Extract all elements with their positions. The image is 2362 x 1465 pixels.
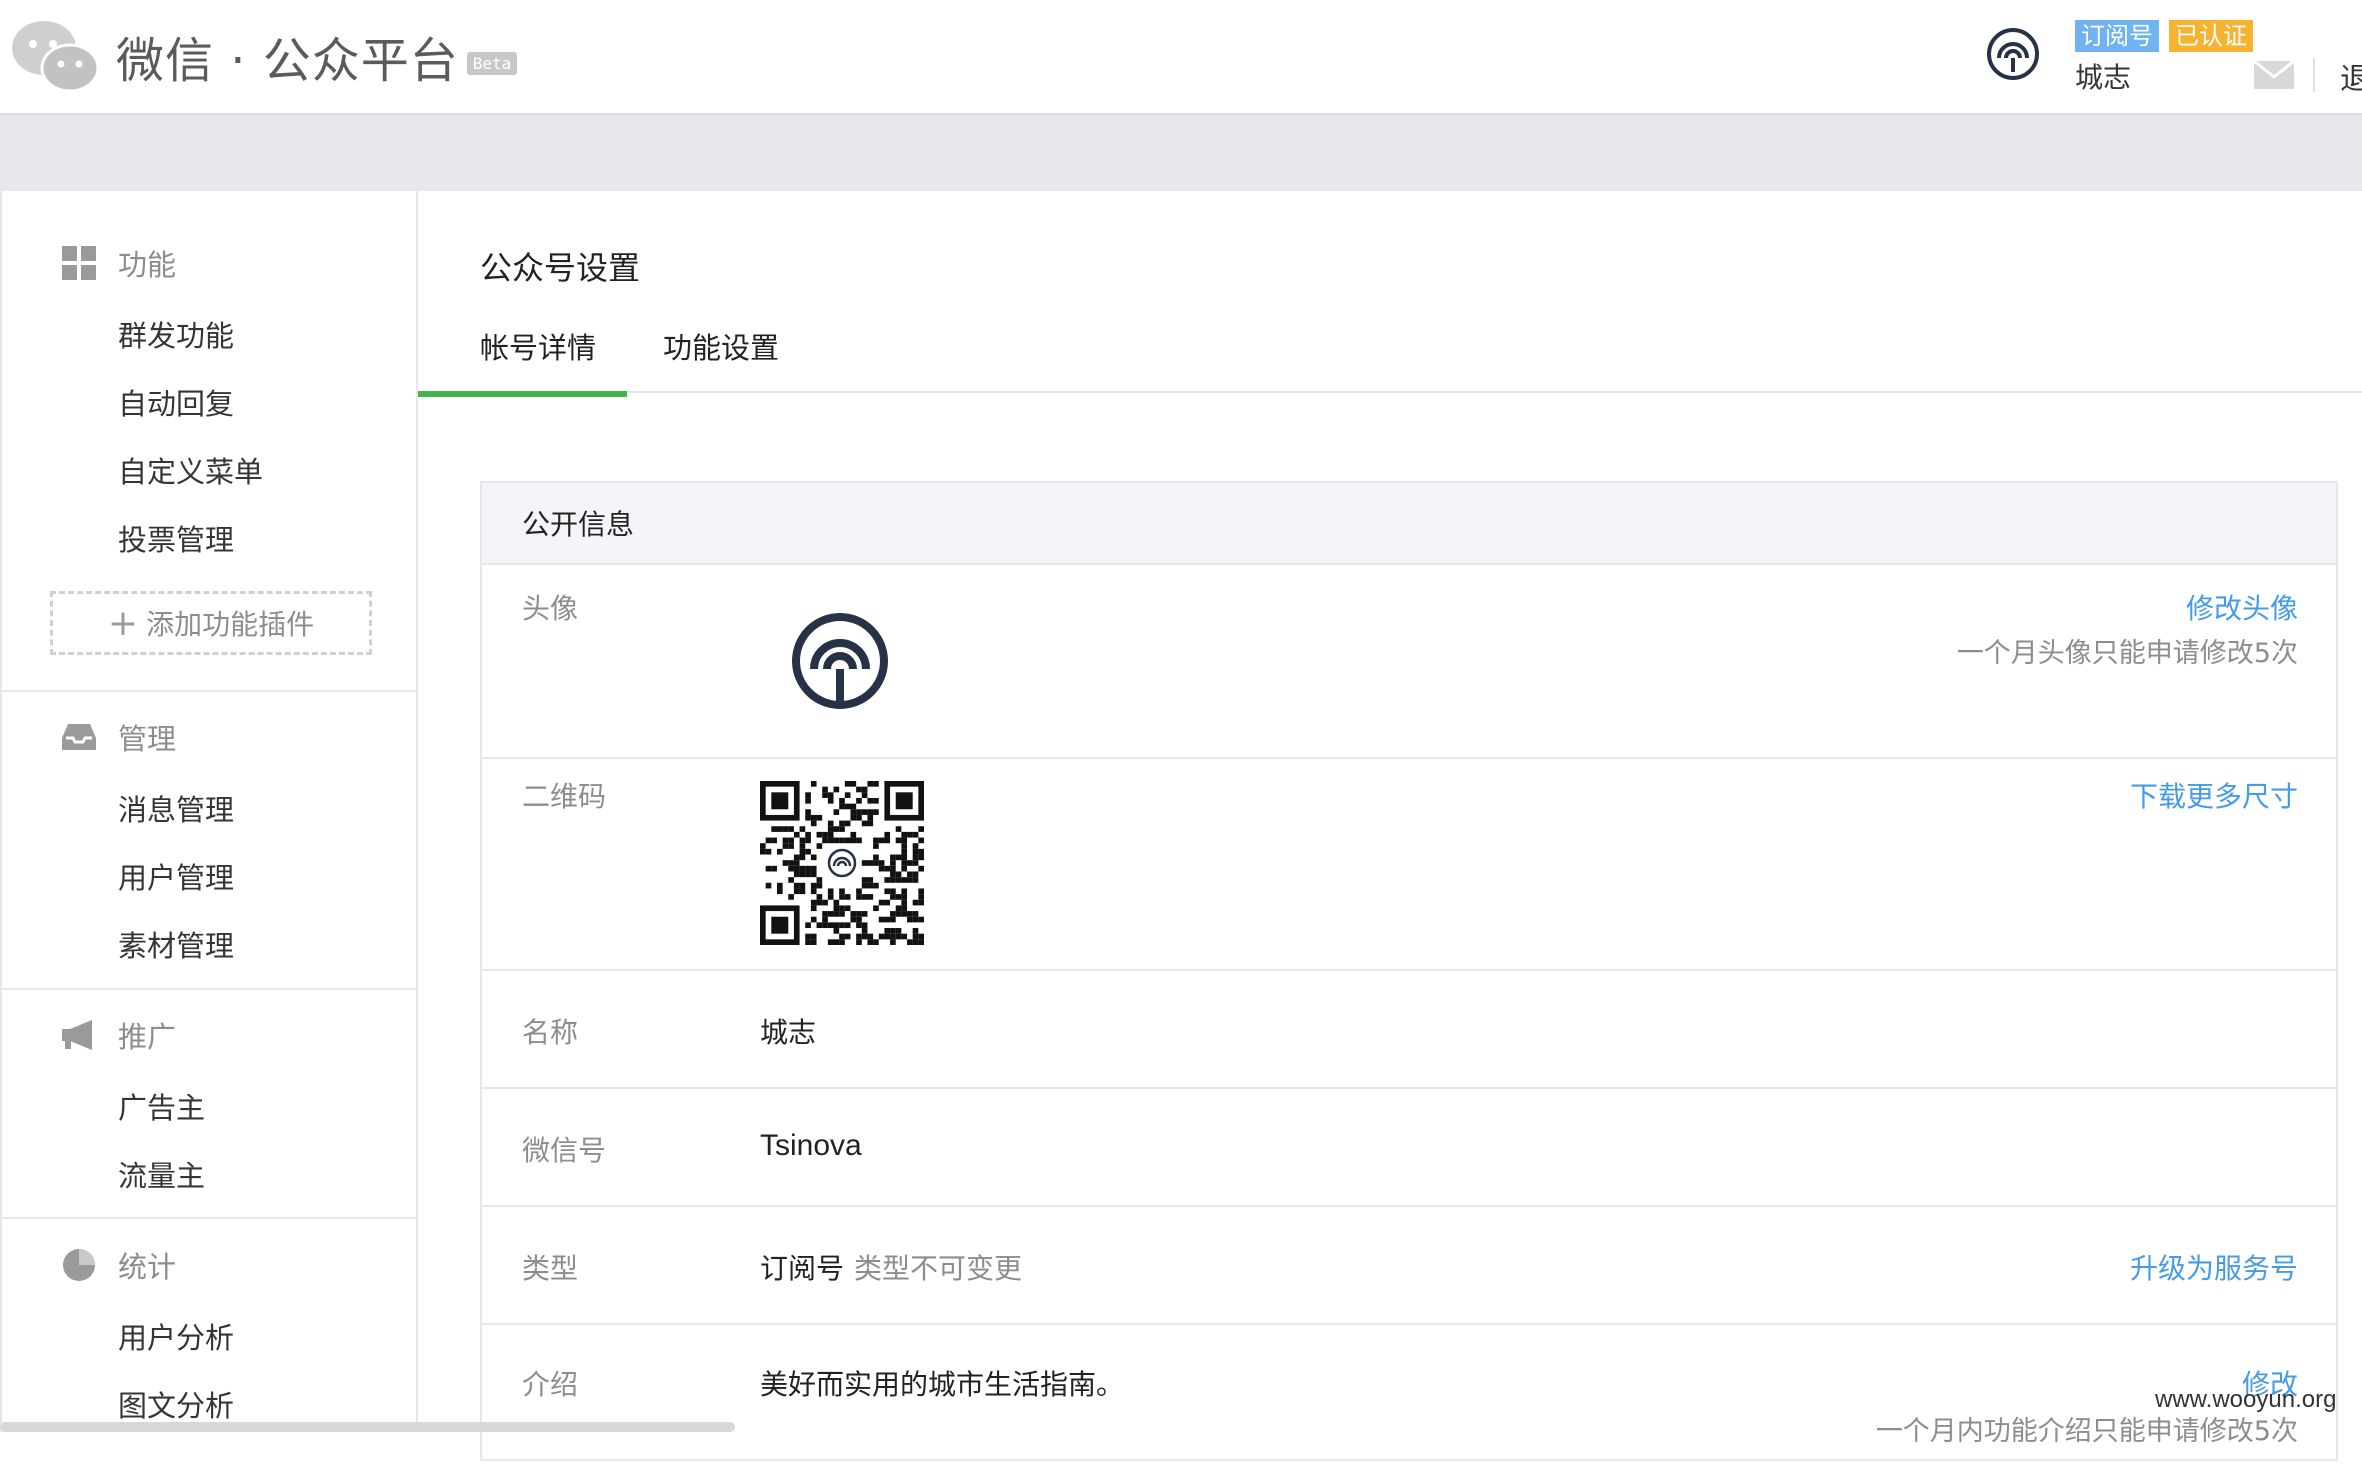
avatar-note: 一个月头像只能申请修改5次 <box>1956 638 2298 669</box>
row-type: 类型 订阅号 类型不可变更 升级为服务号 <box>482 1207 2336 1325</box>
download-sizes-link[interactable]: 下载更多尺寸 <box>2130 775 2298 815</box>
intro-value: 美好而实用的城市生活指南。 <box>760 1368 1125 1401</box>
sidebar-group-title: 推广 <box>118 1020 177 1054</box>
change-avatar-link[interactable]: 修改头像 <box>2186 587 2298 627</box>
inbox-icon <box>62 724 96 750</box>
sidebar-divider <box>2 1217 418 1219</box>
sidebar-item-custom-menu[interactable]: 自定义菜单 <box>118 449 263 491</box>
sidebar-item-vote[interactable]: 投票管理 <box>118 517 234 559</box>
sidebar-item-article-analysis[interactable]: 图文分析 <box>118 1383 234 1425</box>
row-label: 头像 <box>522 592 579 625</box>
intro-note: 一个月内功能介绍只能申请修改5次 <box>1875 1416 2298 1447</box>
row-wechat-id: 微信号 Tsinova <box>482 1089 2336 1207</box>
account-avatar-icon <box>792 613 888 709</box>
upgrade-service-link[interactable]: 升级为服务号 <box>2130 1247 2298 1287</box>
type-note: 类型不可变更 <box>854 1252 1023 1285</box>
sidebar-item-materials[interactable]: 素材管理 <box>118 923 234 965</box>
horizontal-scrollbar[interactable] <box>0 1422 735 1432</box>
account-avatar-icon[interactable] <box>1985 26 2041 82</box>
sidebar-divider <box>2 690 418 692</box>
page-title: 公众号设置 <box>480 249 641 287</box>
add-plugin-label: 添加功能插件 <box>146 608 315 641</box>
sidebar-group-title: 管理 <box>118 722 177 756</box>
sidebar-group-title: 统计 <box>118 1250 177 1284</box>
sidebar-divider <box>2 988 418 990</box>
sidebar: 功能 群发功能 自动回复 自定义菜单 投票管理 + 添加功能插件 管理 消息管理… <box>0 191 418 1432</box>
sidebar-group-function: 功能 <box>62 243 176 283</box>
row-label: 二维码 <box>522 780 607 813</box>
row-label: 类型 <box>522 1252 579 1285</box>
row-label: 微信号 <box>522 1134 607 1167</box>
plus-icon: + <box>107 602 139 644</box>
sidebar-group-statistics: 统计 <box>62 1245 176 1285</box>
row-label: 介绍 <box>522 1368 579 1401</box>
sidebar-item-auto-reply[interactable]: 自动回复 <box>118 381 234 423</box>
panel-title: 公开信息 <box>482 483 2336 565</box>
main-content: 公众号设置 帐号详情 功能设置 公开信息 头像 修改头像 一个月头像只能申请修改… <box>418 191 2362 1461</box>
grid-icon <box>62 246 96 280</box>
add-plugin-button[interactable]: + 添加功能插件 <box>50 591 372 655</box>
tab-feature-settings[interactable]: 功能设置 <box>663 325 779 367</box>
sidebar-item-users[interactable]: 用户管理 <box>118 855 234 897</box>
tab-bar: 帐号详情 功能设置 <box>418 311 2362 393</box>
tab-account-details[interactable]: 帐号详情 <box>480 325 596 367</box>
sidebar-group-manage: 管理 <box>62 717 176 757</box>
sidebar-group-title: 功能 <box>118 248 177 282</box>
header-divider <box>2313 58 2315 92</box>
account-badges: 订阅号 已认证 <box>2075 20 2253 52</box>
mail-icon[interactable] <box>2253 60 2295 90</box>
pie-chart-icon <box>63 1249 95 1281</box>
row-qrcode: 二维码 下载更多尺寸 <box>482 759 2336 971</box>
sidebar-item-messages[interactable]: 消息管理 <box>118 787 234 829</box>
sidebar-item-publisher[interactable]: 流量主 <box>118 1153 205 1195</box>
public-info-panel: 公开信息 头像 修改头像 一个月头像只能申请修改5次 二维码 下载更多尺寸 名称… <box>480 481 2338 1461</box>
type-text: 订阅号 <box>760 1252 845 1285</box>
sidebar-item-user-analysis[interactable]: 用户分析 <box>118 1315 234 1357</box>
grey-band <box>0 115 2362 191</box>
row-label: 名称 <box>522 1016 579 1049</box>
logo[interactable]: 微信 · 公众平台 Beta <box>8 16 518 96</box>
account-name-value: 城志 <box>760 1016 817 1049</box>
sidebar-item-mass-send[interactable]: 群发功能 <box>118 313 234 355</box>
subscription-badge: 订阅号 <box>2075 20 2159 52</box>
verified-badge: 已认证 <box>2169 20 2253 52</box>
top-header: 微信 · 公众平台 Beta 订阅号 已认证 城志 退 <box>0 0 2362 115</box>
type-value: 订阅号 类型不可变更 <box>760 1247 1022 1287</box>
row-name: 名称 城志 <box>482 971 2336 1089</box>
megaphone-icon <box>62 1020 92 1050</box>
logout-link[interactable]: 退 <box>2340 54 2362 98</box>
qr-code-icon[interactable] <box>760 781 924 945</box>
wechat-id-value: Tsinova <box>760 1129 862 1162</box>
row-intro: 介绍 美好而实用的城市生活指南。 修改 一个月内功能介绍只能申请修改5次 <box>482 1325 2336 1465</box>
watermark: www.wooyun.org <box>2155 1386 2337 1413</box>
active-tab-indicator <box>418 391 627 397</box>
logo-title: 微信 · 公众平台 <box>116 33 459 89</box>
wechat-logo-icon <box>12 21 100 93</box>
account-name[interactable]: 城志 <box>2075 56 2131 96</box>
sidebar-item-advertiser[interactable]: 广告主 <box>118 1085 205 1127</box>
beta-badge: Beta <box>466 51 518 75</box>
row-avatar: 头像 修改头像 一个月头像只能申请修改5次 <box>482 563 2336 759</box>
sidebar-group-promotion: 推广 <box>62 1015 176 1055</box>
